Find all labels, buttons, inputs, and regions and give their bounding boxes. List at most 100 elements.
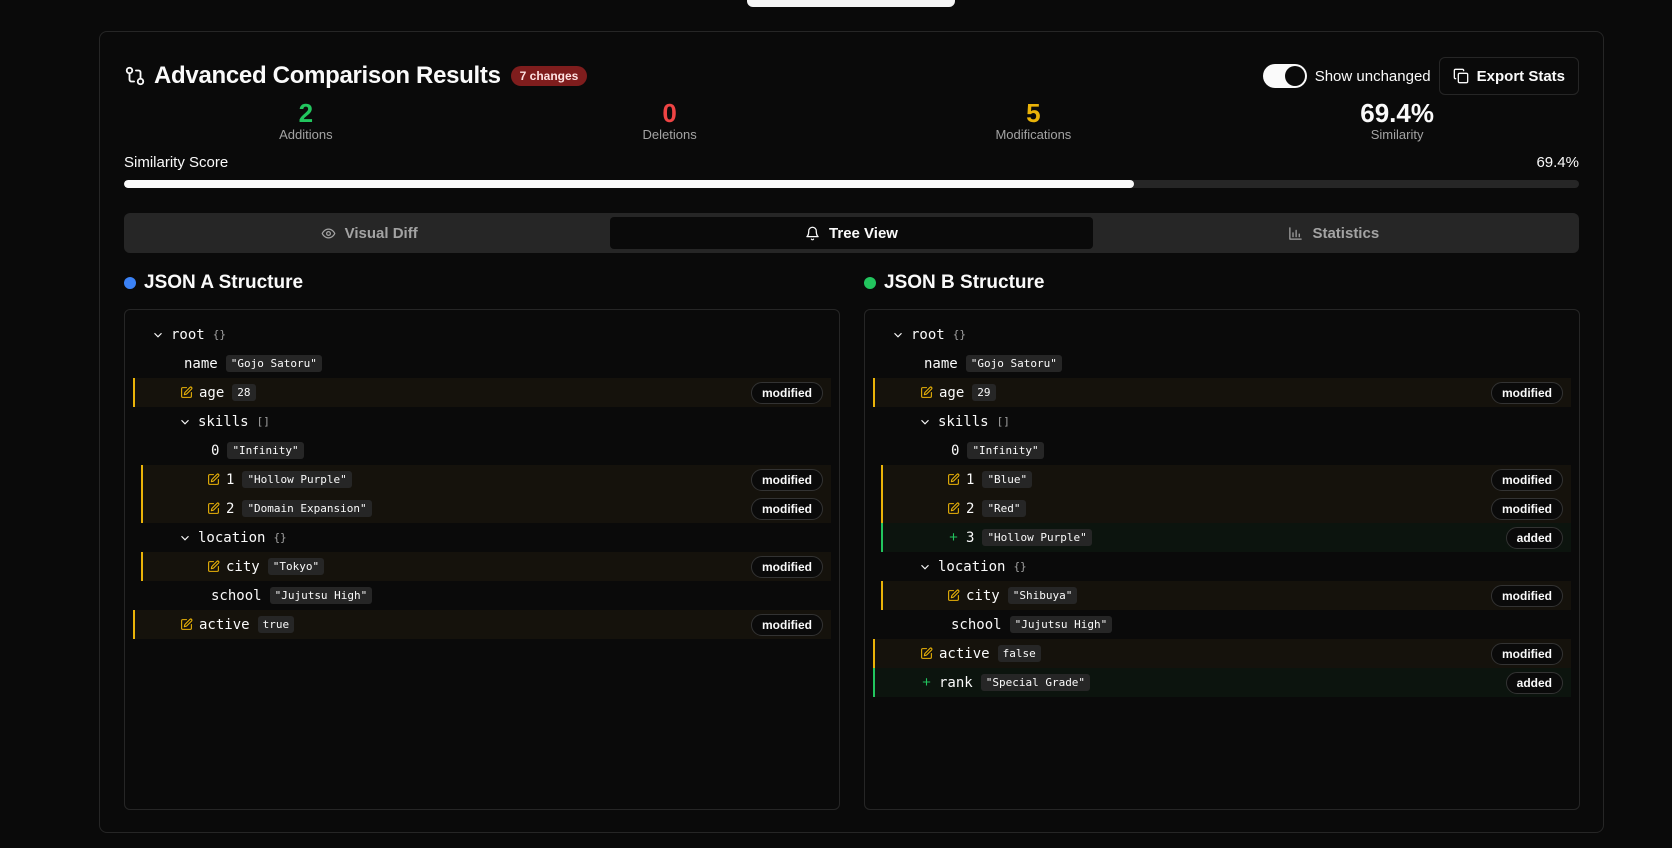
node-type: {}: [273, 531, 287, 544]
node-key: 0: [951, 442, 960, 459]
node-value: "Red": [982, 500, 1026, 517]
tree-node[interactable]: name "Gojo Satoru": [133, 349, 831, 378]
node-value: "Domain Expansion": [242, 500, 372, 517]
chevron-down-icon[interactable]: [918, 415, 932, 429]
status-badge: modified: [751, 613, 823, 636]
edit-icon: [207, 560, 220, 573]
tree-node[interactable]: root {}: [133, 320, 831, 349]
tree-node-modified[interactable]: city "Shibuya" modified: [881, 581, 1571, 610]
node-value: "Jujutsu High": [269, 587, 373, 604]
chevron-down-icon[interactable]: [178, 531, 192, 545]
tree-node[interactable]: name "Gojo Satoru": [873, 349, 1571, 378]
json-a-dot: [124, 277, 136, 289]
tree-node-modified[interactable]: 1 "Hollow Purple" modified: [141, 465, 831, 494]
edit-icon: [920, 647, 933, 660]
status-badge: modified: [1491, 497, 1563, 520]
node-key: 0: [211, 442, 220, 459]
tree-icon: [806, 226, 819, 240]
node-value: false: [997, 645, 1041, 662]
results-header: Advanced Comparison Results 7 changes Sh…: [124, 56, 1579, 96]
tab-statistics[interactable]: Statistics: [1093, 217, 1575, 249]
chevron-down-icon[interactable]: [151, 328, 165, 342]
status-badge: modified: [1491, 381, 1563, 404]
stat-label: Similarity: [1370, 127, 1424, 142]
tree-node-modified[interactable]: city "Tokyo" modified: [141, 552, 831, 581]
tree-node[interactable]: skills []: [873, 407, 1571, 436]
tree-node[interactable]: 0 "Infinity": [873, 436, 1571, 465]
tree-node-modified[interactable]: age 29 modified: [873, 378, 1571, 407]
node-key: skills: [198, 413, 249, 430]
node-value: "Gojo Satoru": [225, 355, 322, 372]
node-key: location: [938, 558, 1006, 575]
tree-node[interactable]: skills []: [133, 407, 831, 436]
page-title: Advanced Comparison Results: [154, 62, 501, 89]
edit-icon: [180, 386, 193, 399]
node-key: name: [924, 355, 958, 372]
tree-node-added[interactable]: + rank "Special Grade" added: [873, 668, 1571, 697]
node-value: "Hollow Purple": [242, 471, 352, 488]
tree-node[interactable]: 0 "Infinity": [133, 436, 831, 465]
node-key: location: [198, 529, 266, 546]
node-value: "Gojo Satoru": [965, 355, 1062, 372]
node-value: "Blue": [982, 471, 1033, 488]
node-value: "Infinity": [227, 442, 304, 459]
similarity-value: 69.4%: [1536, 154, 1579, 171]
node-key: city: [226, 558, 260, 575]
tree-node[interactable]: school "Jujutsu High": [133, 581, 831, 610]
tab-visual-diff[interactable]: Visual Diff: [128, 217, 610, 249]
node-value: 29: [972, 384, 996, 401]
tree-node[interactable]: school "Jujutsu High": [873, 610, 1571, 639]
tab-label: Visual Diff: [344, 224, 418, 242]
similarity-label: Similarity Score: [124, 154, 229, 171]
tree-node-modified[interactable]: 1 "Blue" modified: [881, 465, 1571, 494]
tree-node[interactable]: location {}: [873, 552, 1571, 581]
node-type: []: [996, 415, 1010, 428]
tree-node-modified[interactable]: age 28 modified: [133, 378, 831, 407]
node-value: true: [257, 616, 295, 633]
json-a-column: JSON A Structure root {} name "Gojo Satoru"…: [124, 270, 840, 810]
tree-node[interactable]: root {}: [873, 320, 1571, 349]
tree-node-modified[interactable]: active false modified: [873, 639, 1571, 668]
node-key: 1: [966, 471, 975, 488]
copy-icon: [1453, 68, 1468, 84]
tab-label: Statistics: [1312, 224, 1380, 242]
eye-icon: [321, 228, 335, 238]
chevron-down-icon[interactable]: [891, 328, 905, 342]
bar-chart-icon: [1289, 226, 1303, 240]
tree-node-modified[interactable]: 2 "Red" modified: [881, 494, 1571, 523]
export-stats-button[interactable]: Export Stats: [1438, 57, 1579, 95]
status-badge: modified: [1491, 584, 1563, 607]
tree-node-modified[interactable]: 2 "Domain Expansion" modified: [141, 494, 831, 523]
node-type: []: [256, 415, 270, 428]
edit-icon: [947, 502, 960, 515]
edit-icon: [207, 473, 220, 486]
tab-tree-view[interactable]: Tree View: [610, 217, 1093, 249]
node-value: 28: [232, 384, 256, 401]
stat-label: Additions: [279, 127, 333, 142]
stat-similarity: 69.4% Similarity: [1215, 98, 1579, 146]
tree-node-modified[interactable]: active true modified: [133, 610, 831, 639]
toggle-knob: [1284, 66, 1305, 86]
chevron-down-icon[interactable]: [178, 415, 192, 429]
plus-icon: +: [922, 674, 931, 691]
node-type: {}: [952, 328, 966, 341]
tree-node[interactable]: location {}: [133, 523, 831, 552]
edit-icon: [207, 502, 220, 515]
node-key: 3: [966, 529, 975, 546]
edit-icon: [180, 618, 193, 631]
show-unchanged-toggle[interactable]: [1262, 64, 1307, 88]
stat-deletions: 0 Deletions: [488, 98, 852, 146]
status-badge: added: [1505, 526, 1563, 549]
chevron-down-icon[interactable]: [918, 560, 932, 574]
node-key: rank: [939, 674, 973, 691]
view-tabs: Visual Diff Tree View Statistics: [124, 213, 1579, 253]
node-value: "Special Grade": [980, 674, 1091, 691]
json-a-title-text: JSON A Structure: [144, 272, 304, 293]
json-b-title: JSON B Structure: [864, 270, 1580, 296]
status-badge: modified: [1491, 468, 1563, 491]
status-badge: modified: [751, 381, 823, 404]
node-key: name: [184, 355, 218, 372]
show-unchanged-label: Show unchanged: [1314, 67, 1431, 85]
stat-modifications: 5 Modifications: [852, 98, 1216, 146]
tree-node-added[interactable]: +3 "Hollow Purple" added: [881, 523, 1571, 552]
